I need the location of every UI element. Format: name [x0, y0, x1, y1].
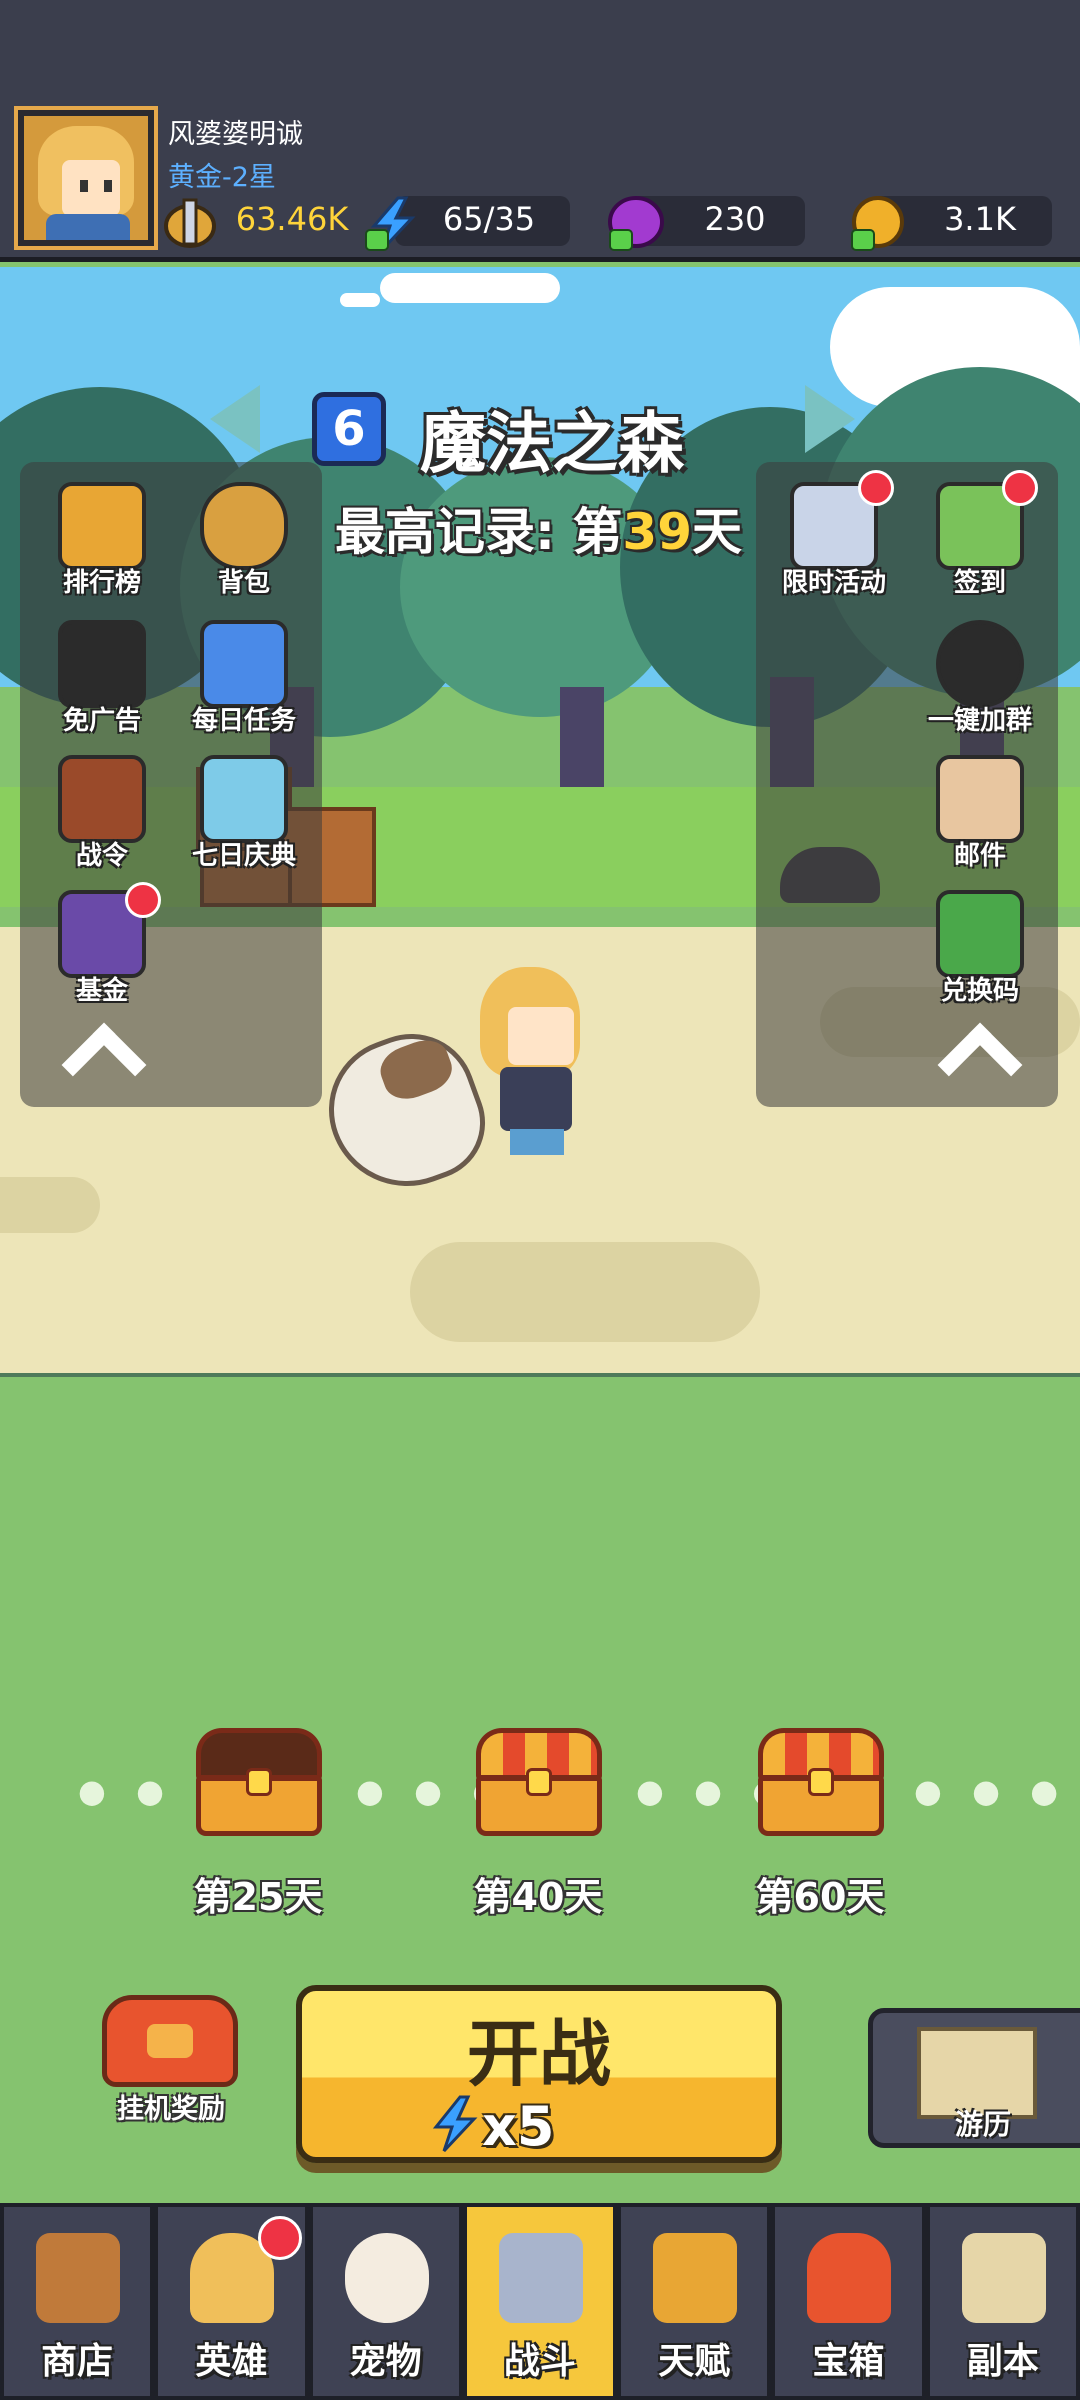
gold-value: 3.1K: [944, 200, 1016, 238]
redeem-code-icon: [936, 890, 1024, 978]
leaderboard-icon: [58, 482, 146, 570]
player-name: 风婆婆明诚: [168, 119, 303, 150]
fund-notification-dot: [125, 882, 161, 918]
bottom-nav: 商店 英雄 宠物 战斗 天赋 宝箱 副本: [0, 2203, 1080, 2400]
backpack-button[interactable]: 背包: [174, 482, 314, 612]
idle-chest-icon: [102, 1995, 238, 2087]
nav-tab-battle[interactable]: 战斗: [462, 2203, 618, 2400]
seven-day-festival-button[interactable]: 七日庆典: [174, 755, 314, 885]
no-ads-icon: [58, 620, 146, 708]
join-group-button[interactable]: 一键加群: [910, 620, 1050, 750]
combat-power-icon: [164, 198, 216, 248]
player-rank: 黄金-2星: [168, 162, 276, 193]
energy-add-icon[interactable]: [364, 196, 424, 252]
energy-value: 65/35: [442, 200, 536, 238]
battle-pass-icon: [58, 755, 146, 843]
hero-character: [470, 967, 600, 1157]
start-battle-button[interactable]: 开战 x5: [296, 1985, 782, 2163]
reward-day40-label: 第40天: [473, 1875, 603, 1919]
shop-icon: [36, 2233, 120, 2323]
nav-tab-talent[interactable]: 天赋: [617, 2203, 772, 2400]
stage-level-badge: 6: [312, 392, 386, 466]
gem-add-icon[interactable]: [602, 196, 666, 252]
player-avatar[interactable]: [14, 106, 158, 250]
progress-dots: ● ● ●: [914, 1772, 1069, 1810]
chest-icon: [807, 2233, 892, 2323]
no-ads-button[interactable]: 免广告: [32, 620, 172, 750]
nav-tab-dungeon[interactable]: 副本: [925, 2203, 1080, 2400]
gem-value: 230: [704, 200, 766, 238]
travel-button[interactable]: 游历: [868, 2008, 1080, 2148]
mail-button[interactable]: 邮件: [910, 755, 1050, 885]
crossed-swords-icon: [498, 2233, 583, 2323]
best-record: 最高记录: 第39天: [335, 503, 742, 561]
reward-chest-day40[interactable]: [476, 1728, 602, 1838]
pet-icon: [344, 2233, 429, 2323]
talent-icon: [653, 2233, 738, 2323]
gift-icon: [200, 755, 288, 843]
reward-chest-day60[interactable]: [758, 1728, 884, 1838]
combat-power-value: 63.46K: [235, 200, 349, 238]
mail-scroll-icon: [936, 755, 1024, 843]
redeem-code-button[interactable]: 兑换码: [910, 890, 1050, 1020]
idle-reward-button[interactable]: 挂机奖励: [96, 1995, 246, 2135]
daily-task-button[interactable]: 每日任务: [174, 620, 314, 750]
check-in-notification-dot: [1002, 470, 1038, 506]
player-status-bar: 风婆婆明诚 黄金-2星 63.46K 65/35 230 3.1K: [0, 0, 1080, 262]
energy-bolt-icon: [432, 2095, 478, 2153]
battle-pass-button[interactable]: 战令: [32, 755, 172, 885]
stage-name: 魔法之森: [420, 405, 684, 482]
reward-day60-label: 第60天: [755, 1875, 885, 1919]
reward-chest-day25[interactable]: [196, 1728, 322, 1838]
reward-day25-label: 第25天: [193, 1875, 323, 1919]
dungeon-map-icon: [961, 2233, 1046, 2323]
energy-cost: x5: [482, 2095, 555, 2158]
backpack-icon: [200, 482, 288, 570]
next-stage-arrow-icon[interactable]: [805, 385, 855, 453]
event-notification-dot: [858, 470, 894, 506]
nav-tab-chest[interactable]: 宝箱: [771, 2203, 926, 2400]
nav-tab-pet[interactable]: 宠物: [308, 2203, 463, 2400]
nav-tab-shop[interactable]: 商店: [0, 2203, 155, 2400]
prev-stage-arrow-icon[interactable]: [210, 385, 260, 453]
daily-task-icon: [200, 620, 288, 708]
penguin-icon: [936, 620, 1024, 708]
hero-notification-dot: [258, 2216, 302, 2260]
gold-add-icon[interactable]: [844, 196, 908, 252]
leaderboard-button[interactable]: 排行榜: [32, 482, 172, 612]
